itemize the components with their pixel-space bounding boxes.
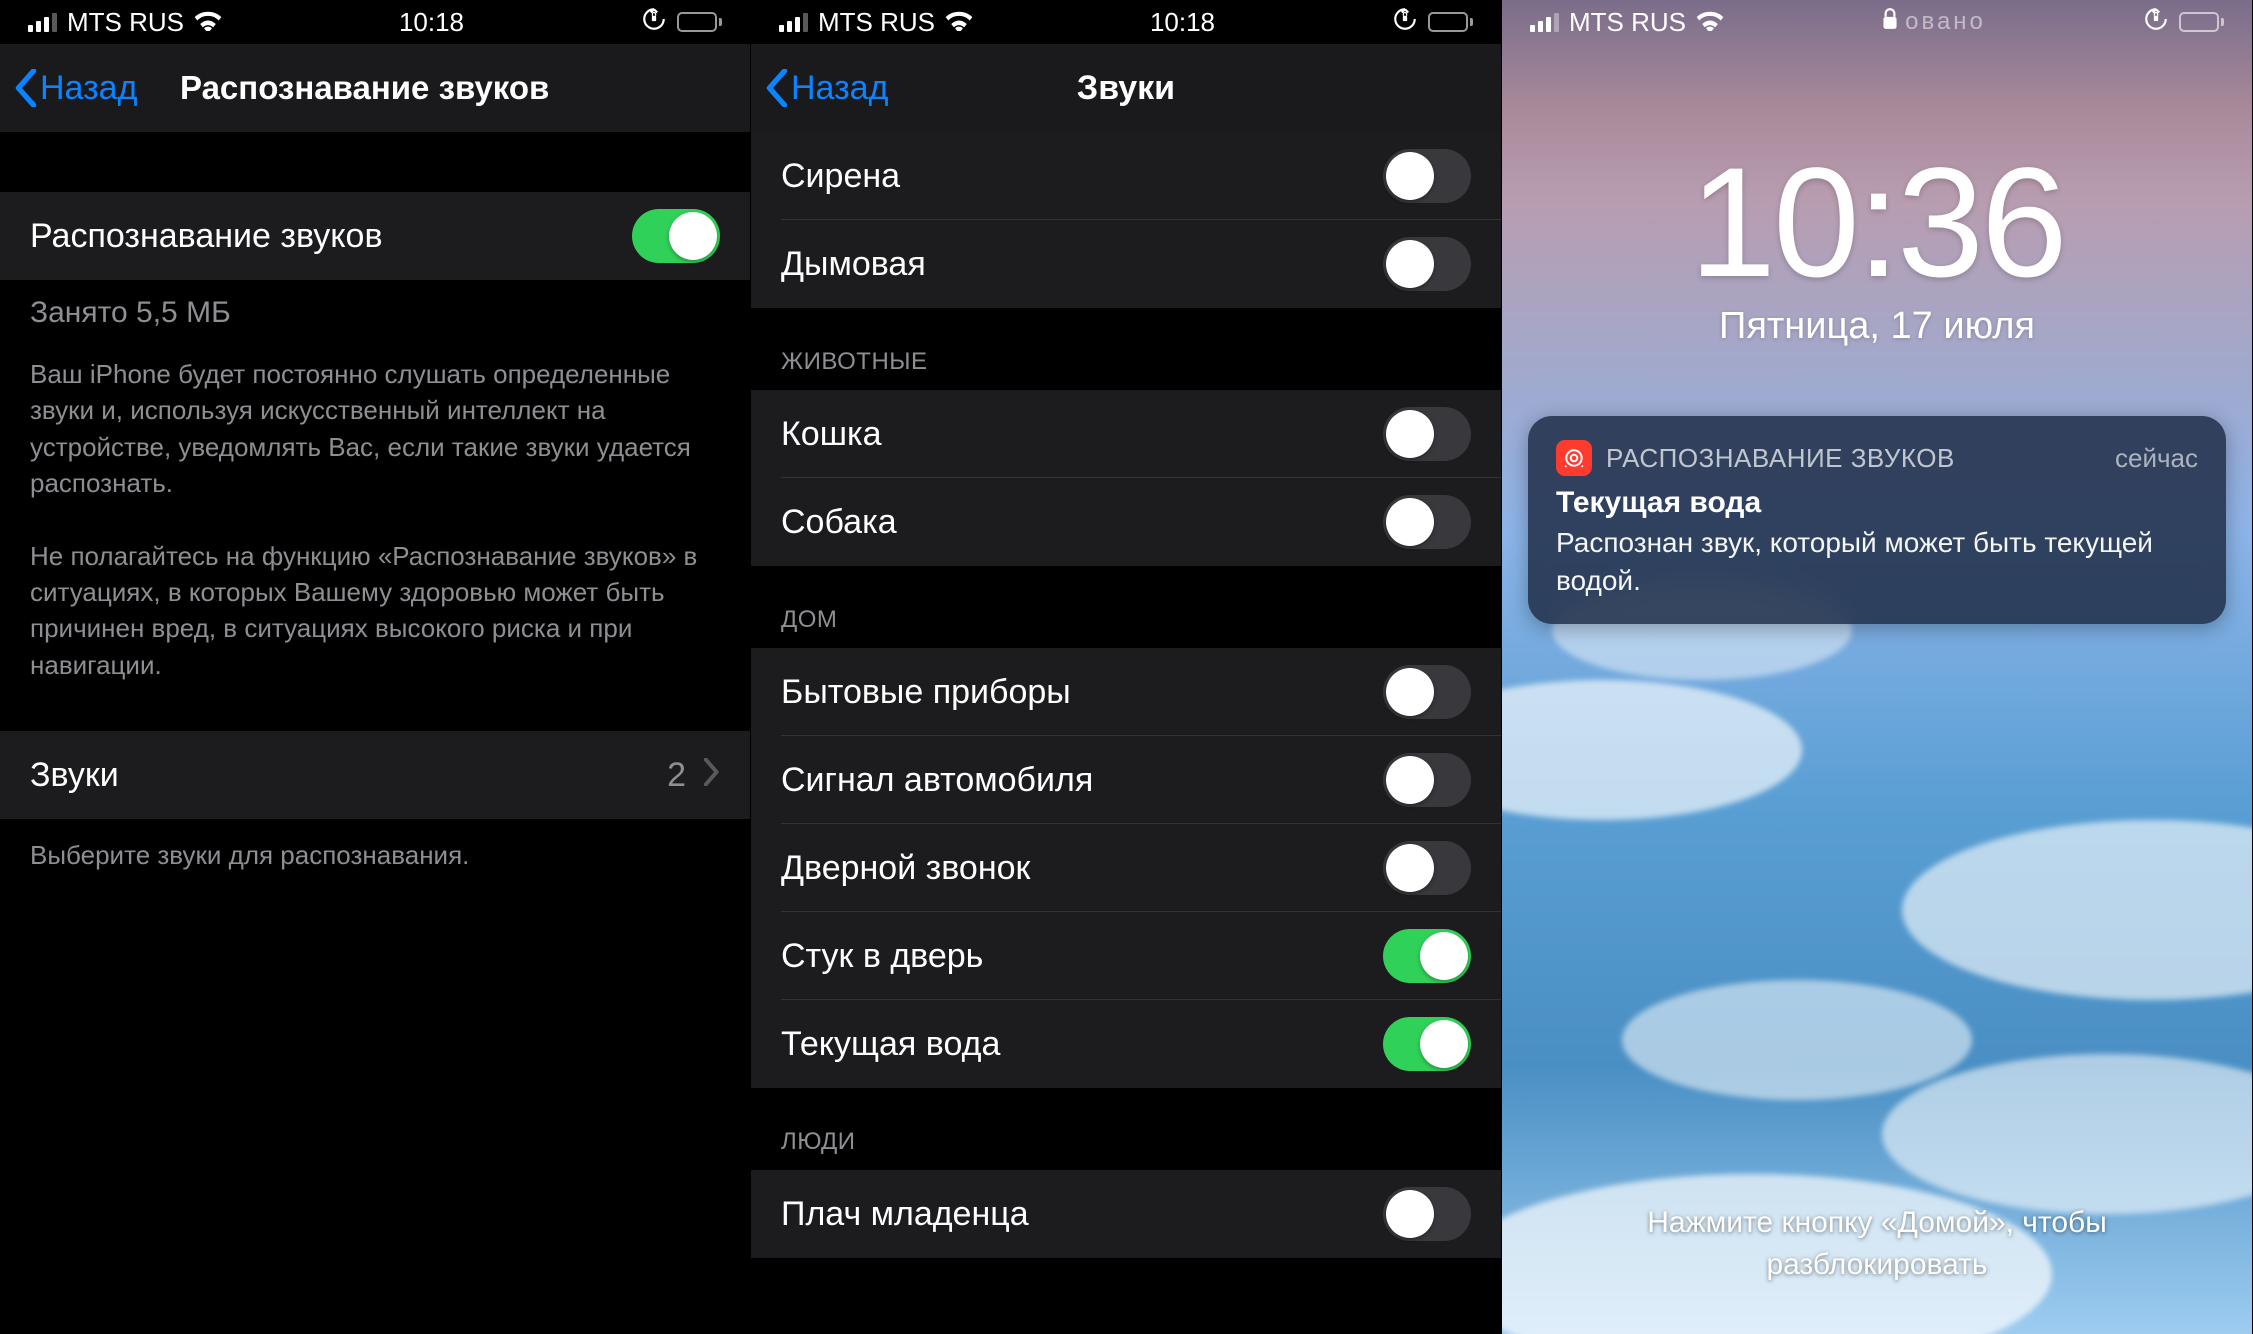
notification-title: Текущая вода — [1556, 486, 2198, 520]
notification-app-icon — [1556, 440, 1592, 476]
sounds-count: 2 — [667, 756, 686, 795]
battery-icon — [677, 12, 722, 32]
battery-icon — [2179, 12, 2224, 32]
sound-doorknock-row[interactable]: Стук в дверь — [751, 912, 1501, 1000]
group-animals: Кошка Собака — [751, 390, 1501, 566]
sound-doorbell-row[interactable]: Дверной звонок — [751, 824, 1501, 912]
back-button[interactable]: Назад — [14, 69, 137, 108]
sound-baby-toggle[interactable] — [1383, 1187, 1471, 1241]
wifi-icon — [194, 7, 222, 38]
sound-cat-row[interactable]: Кошка — [751, 390, 1501, 478]
sounds-row[interactable]: Звуки 2 — [0, 731, 750, 819]
back-label: Назад — [791, 69, 888, 108]
notification-app-name: РАСПОЗНАВАНИЕ ЗВУКОВ — [1606, 443, 2101, 474]
sounds-label: Звуки — [30, 756, 667, 795]
sound-doorknock-toggle[interactable] — [1383, 929, 1471, 983]
nav-bar: Назад Звуки — [751, 44, 1501, 132]
screen-lock: MTS RUS овано 10:36 Пятница, 17 июля РАС… — [1502, 0, 2253, 1334]
carrier-label: MTS RUS — [818, 7, 935, 38]
orientation-lock-icon — [1392, 6, 1418, 39]
section-home-header: ДОМ — [751, 566, 1501, 648]
toggle-label: Распознавание звуков — [30, 217, 632, 256]
wifi-icon — [1696, 7, 1724, 38]
sound-dog-row[interactable]: Собака — [751, 478, 1501, 566]
locked-text: овано — [1905, 8, 1986, 36]
sound-water-row[interactable]: Текущая вода — [751, 1000, 1501, 1088]
sound-water-toggle[interactable] — [1383, 1017, 1471, 1071]
sound-recognition-toggle-row[interactable]: Распознавание звуков — [0, 192, 750, 280]
sound-baby-row[interactable]: Плач младенца — [751, 1170, 1501, 1258]
status-bar: MTS RUS овано — [1502, 0, 2252, 44]
signal-icon — [28, 12, 57, 32]
unlock-hint: Нажмите кнопку «Домой», чтобы разблокиро… — [1502, 1202, 2252, 1286]
screen-sound-recognition: MTS RUS 10:18 Назад Распознавание звуков… — [0, 0, 751, 1334]
signal-icon — [1530, 12, 1559, 32]
screen-sounds-list: MTS RUS 10:18 Назад Звуки Сирена Дымовая… — [751, 0, 1502, 1334]
status-time: 10:18 — [1150, 7, 1215, 38]
carrier-label: MTS RUS — [1569, 7, 1686, 38]
sound-carhorn-toggle[interactable] — [1383, 753, 1471, 807]
notification-time: сейчас — [2115, 443, 2198, 474]
back-label: Назад — [40, 69, 137, 108]
battery-icon — [1428, 12, 1473, 32]
section-animals-header: ЖИВОТНЫЕ — [751, 308, 1501, 390]
sound-carhorn-row[interactable]: Сигнал автомобиля — [751, 736, 1501, 824]
status-bar: MTS RUS 10:18 — [0, 0, 750, 44]
sound-appliances-row[interactable]: Бытовые приборы — [751, 648, 1501, 736]
nav-bar: Назад Распознавание звуков — [0, 44, 750, 132]
notification-card[interactable]: РАСПОЗНАВАНИЕ ЗВУКОВ сейчас Текущая вода… — [1528, 416, 2226, 624]
lock-icon — [1881, 7, 1899, 38]
status-bar: MTS RUS 10:18 — [751, 0, 1501, 44]
status-time: 10:18 — [399, 7, 464, 38]
description-2: Не полагайтесь на функцию «Распознавание… — [0, 520, 750, 702]
lock-time: 10:36 — [1502, 134, 2252, 313]
notification-body: Распознан звук, который может быть текущ… — [1556, 524, 2198, 600]
sound-appliances-toggle[interactable] — [1383, 665, 1471, 719]
signal-icon — [779, 12, 808, 32]
group-top: Сирена Дымовая — [751, 132, 1501, 308]
section-people-header: ЛЮДИ — [751, 1088, 1501, 1170]
sound-siren-row[interactable]: Сирена — [751, 132, 1501, 220]
sound-smoke-row[interactable]: Дымовая — [751, 220, 1501, 308]
sound-cat-toggle[interactable] — [1383, 407, 1471, 461]
orientation-lock-icon — [641, 6, 667, 39]
lock-date: Пятница, 17 июля — [1502, 305, 2252, 348]
sounds-footer: Выберите звуки для распознавания. — [0, 819, 750, 891]
chevron-right-icon — [704, 756, 720, 795]
sound-dog-toggle[interactable] — [1383, 495, 1471, 549]
orientation-lock-icon — [2143, 6, 2169, 39]
storage-label: Занято 5,5 МБ — [0, 280, 750, 350]
description-1: Ваш iPhone будет постоянно слушать опред… — [0, 350, 750, 520]
sound-recognition-toggle[interactable] — [632, 209, 720, 263]
wifi-icon — [945, 7, 973, 38]
sound-smoke-toggle[interactable] — [1383, 237, 1471, 291]
carrier-label: MTS RUS — [67, 7, 184, 38]
sound-doorbell-toggle[interactable] — [1383, 841, 1471, 895]
group-home: Бытовые приборы Сигнал автомобиля Дверно… — [751, 648, 1501, 1088]
back-button[interactable]: Назад — [765, 69, 888, 108]
nav-title: Распознавание звуков — [180, 69, 549, 107]
sound-siren-toggle[interactable] — [1383, 149, 1471, 203]
group-people: Плач младенца — [751, 1170, 1501, 1258]
nav-title: Звуки — [1077, 69, 1175, 108]
